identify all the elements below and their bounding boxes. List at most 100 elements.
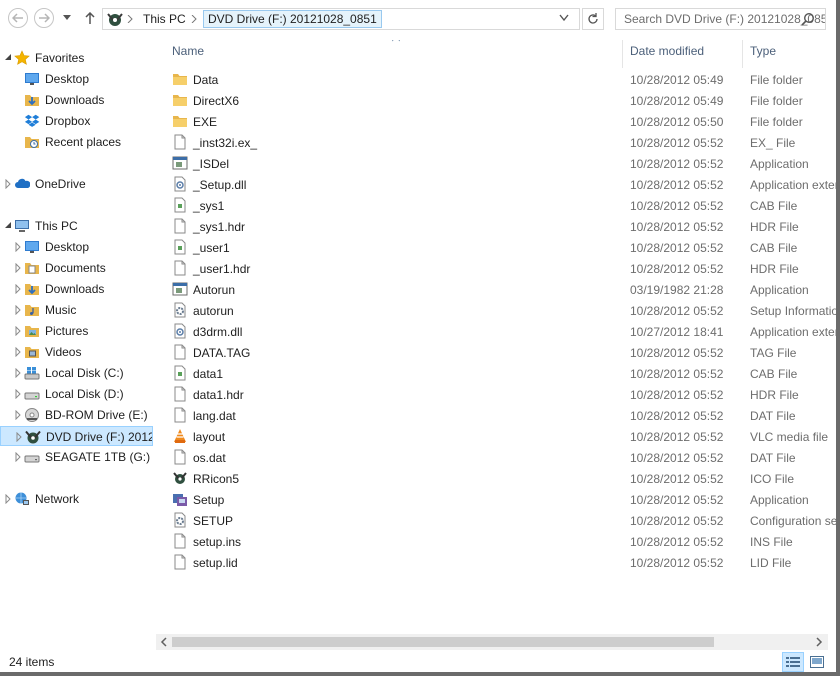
tree-collapsed-icon[interactable] [4,494,12,504]
nav-label: BD-ROM Drive (E:) [45,408,148,422]
file-icon [172,449,188,465]
tree-collapsed-icon[interactable] [14,305,22,315]
file-row-sys1[interactable]: _sys1 10/28/2012 05:52 CAB File [156,195,840,216]
scrollbar-thumb[interactable] [172,637,714,647]
column-header-date[interactable]: Date modified [630,44,704,58]
details-view-button[interactable] [782,652,804,672]
nav-this-pc-local-disk-c[interactable]: Local Disk (C:) [0,363,153,383]
nav-this-pc-downloads[interactable]: Downloads [0,279,153,299]
breadcrumb-current-location[interactable]: DVD Drive (F:) 20121028_0851 [203,10,382,28]
nav-favorites-dropbox[interactable]: Dropbox [0,111,153,131]
tree-collapsed-icon[interactable] [15,432,23,442]
file-row-data1[interactable]: data1 10/28/2012 05:52 CAB File [156,363,840,384]
localdisk-icon [24,386,40,402]
nav-this-pc-desktop[interactable]: Desktop [0,237,153,257]
file-row-setup-lid[interactable]: setup.lid 10/28/2012 05:52 LID File [156,552,840,573]
up-arrow-icon [85,12,95,24]
column-header-name[interactable]: Name [172,44,204,58]
file-row-setup-ins[interactable]: setup.ins 10/28/2012 05:52 INS File [156,531,840,552]
file-row-isdel[interactable]: _ISDel 10/28/2012 05:52 Application [156,153,840,174]
file-icon [172,386,188,402]
nav-favorites[interactable]: Favorites [0,48,153,68]
nav-favorites-desktop[interactable]: Desktop [0,69,153,89]
file-type: Application [750,493,809,507]
file-row-setup[interactable]: Setup 10/28/2012 05:52 Application [156,489,840,510]
tree-collapsed-icon[interactable] [14,368,22,378]
address-dropdown-icon[interactable] [559,14,569,22]
address-bar[interactable]: This PC DVD Drive (F:) 20121028_0851 [102,8,580,30]
tree-collapsed-icon[interactable] [14,347,22,357]
vlc-icon [172,428,188,444]
back-button[interactable] [8,8,28,28]
nav-favorites-recent-places[interactable]: Recent places [0,132,153,152]
downloads-icon [24,281,40,297]
tree-collapsed-icon[interactable] [14,263,22,273]
file-type: CAB File [750,199,798,213]
tree-collapsed-icon[interactable] [4,179,12,189]
large-icons-view-button[interactable] [806,652,828,672]
file-row-layout[interactable]: layout 10/28/2012 05:52 VLC media file [156,426,840,447]
nav-this-pc-music[interactable]: Music [0,300,153,320]
file-type: VLC media file [750,430,829,444]
nav-this-pc-dvd-drive-f-20121028-0851[interactable]: DVD Drive (F:) 20121028_0851 [0,426,153,446]
file-date: 10/28/2012 05:52 [630,136,724,150]
tree-collapsed-icon[interactable] [14,242,22,252]
nav-network[interactable]: Network [0,489,153,509]
horizontal-scrollbar[interactable] [156,634,828,650]
file-row-user1-hdr[interactable]: _user1.hdr 10/28/2012 05:52 HDR File [156,258,840,279]
forward-button[interactable] [34,8,54,28]
file-name: layout [193,430,226,444]
file-row-data[interactable]: Data 10/28/2012 05:49 File folder [156,69,840,90]
file-row-rricon5[interactable]: RRicon5 10/28/2012 05:52 ICO File [156,468,840,489]
search-input[interactable]: Search DVD Drive (F:) 20121028_0851 [615,8,826,30]
file-date: 10/28/2012 05:52 [630,409,724,423]
up-button[interactable] [82,9,98,27]
file-row-user1[interactable]: _user1 10/28/2012 05:52 CAB File [156,237,840,258]
file-row-os-dat[interactable]: os.dat 10/28/2012 05:52 DAT File [156,447,840,468]
folder-icon [172,113,188,129]
file-row-exe[interactable]: EXE 10/28/2012 05:50 File folder [156,111,840,132]
nav-favorites-downloads[interactable]: Downloads [0,90,153,110]
file-row-inst32i-ex[interactable]: _inst32i.ex_ 10/28/2012 05:52 EX_ File [156,132,840,153]
file-row-sys1-hdr[interactable]: _sys1.hdr 10/28/2012 05:52 HDR File [156,216,840,237]
tree-expanded-icon[interactable] [4,53,12,63]
tree-collapsed-icon[interactable] [14,284,22,294]
nav-this-pc[interactable]: This PC [0,216,153,236]
file-row-directx6[interactable]: DirectX6 10/28/2012 05:49 File folder [156,90,840,111]
nav-this-pc-local-disk-d[interactable]: Local Disk (D:) [0,384,153,404]
nav-this-pc-bd-rom-drive-e[interactable]: BD-ROM Drive (E:) [0,405,153,425]
nav-this-pc-documents[interactable]: Documents [0,258,153,278]
scroll-left-icon[interactable] [159,637,169,647]
tree-collapsed-icon[interactable] [14,389,22,399]
search-icon[interactable] [801,12,815,26]
nav-this-pc-pictures[interactable]: Pictures [0,321,153,341]
breadcrumb-this-pc[interactable]: This PC [143,12,186,26]
tree-collapsed-icon[interactable] [14,452,22,462]
details-view-icon [786,657,800,667]
nav-this-pc-videos[interactable]: Videos [0,342,153,362]
recent-locations-button[interactable] [60,12,74,24]
file-date: 10/28/2012 05:52 [630,199,724,213]
file-row-data1-hdr[interactable]: data1.hdr 10/28/2012 05:52 HDR File [156,384,840,405]
file-row-autorun[interactable]: autorun 10/28/2012 05:52 Setup Information [156,300,840,321]
file-row-lang-dat[interactable]: lang.dat 10/28/2012 05:52 DAT File [156,405,840,426]
file-icon [172,554,188,570]
nav-label: OneDrive [35,177,86,191]
nav-label: Desktop [45,240,90,254]
large-icons-view-icon [810,656,824,668]
file-row-data-tag[interactable]: DATA.TAG 10/28/2012 05:52 TAG File [156,342,840,363]
tree-collapsed-icon[interactable] [14,326,22,336]
file-row-d3drm-dll[interactable]: d3drm.dll 10/27/2012 18:41 Application ext… [156,321,840,342]
file-row-autorun[interactable]: Autorun 03/19/1982 21:28 Application [156,279,840,300]
nav-this-pc-seagate-1tb-g[interactable]: SEAGATE 1TB (G:) [0,447,153,467]
column-divider[interactable] [742,40,743,68]
column-header-type[interactable]: Type [750,44,776,58]
tree-expanded-icon[interactable] [4,221,12,231]
refresh-button[interactable] [582,8,604,30]
tree-collapsed-icon[interactable] [14,410,22,420]
column-divider[interactable] [622,40,623,68]
file-row-setup-dll[interactable]: _Setup.dll 10/28/2012 05:52 Application ex… [156,174,840,195]
nav-onedrive[interactable]: OneDrive [0,174,153,194]
scroll-right-icon[interactable] [814,637,824,647]
file-row-setup[interactable]: SETUP 10/28/2012 05:52 Configuration setti… [156,510,840,531]
